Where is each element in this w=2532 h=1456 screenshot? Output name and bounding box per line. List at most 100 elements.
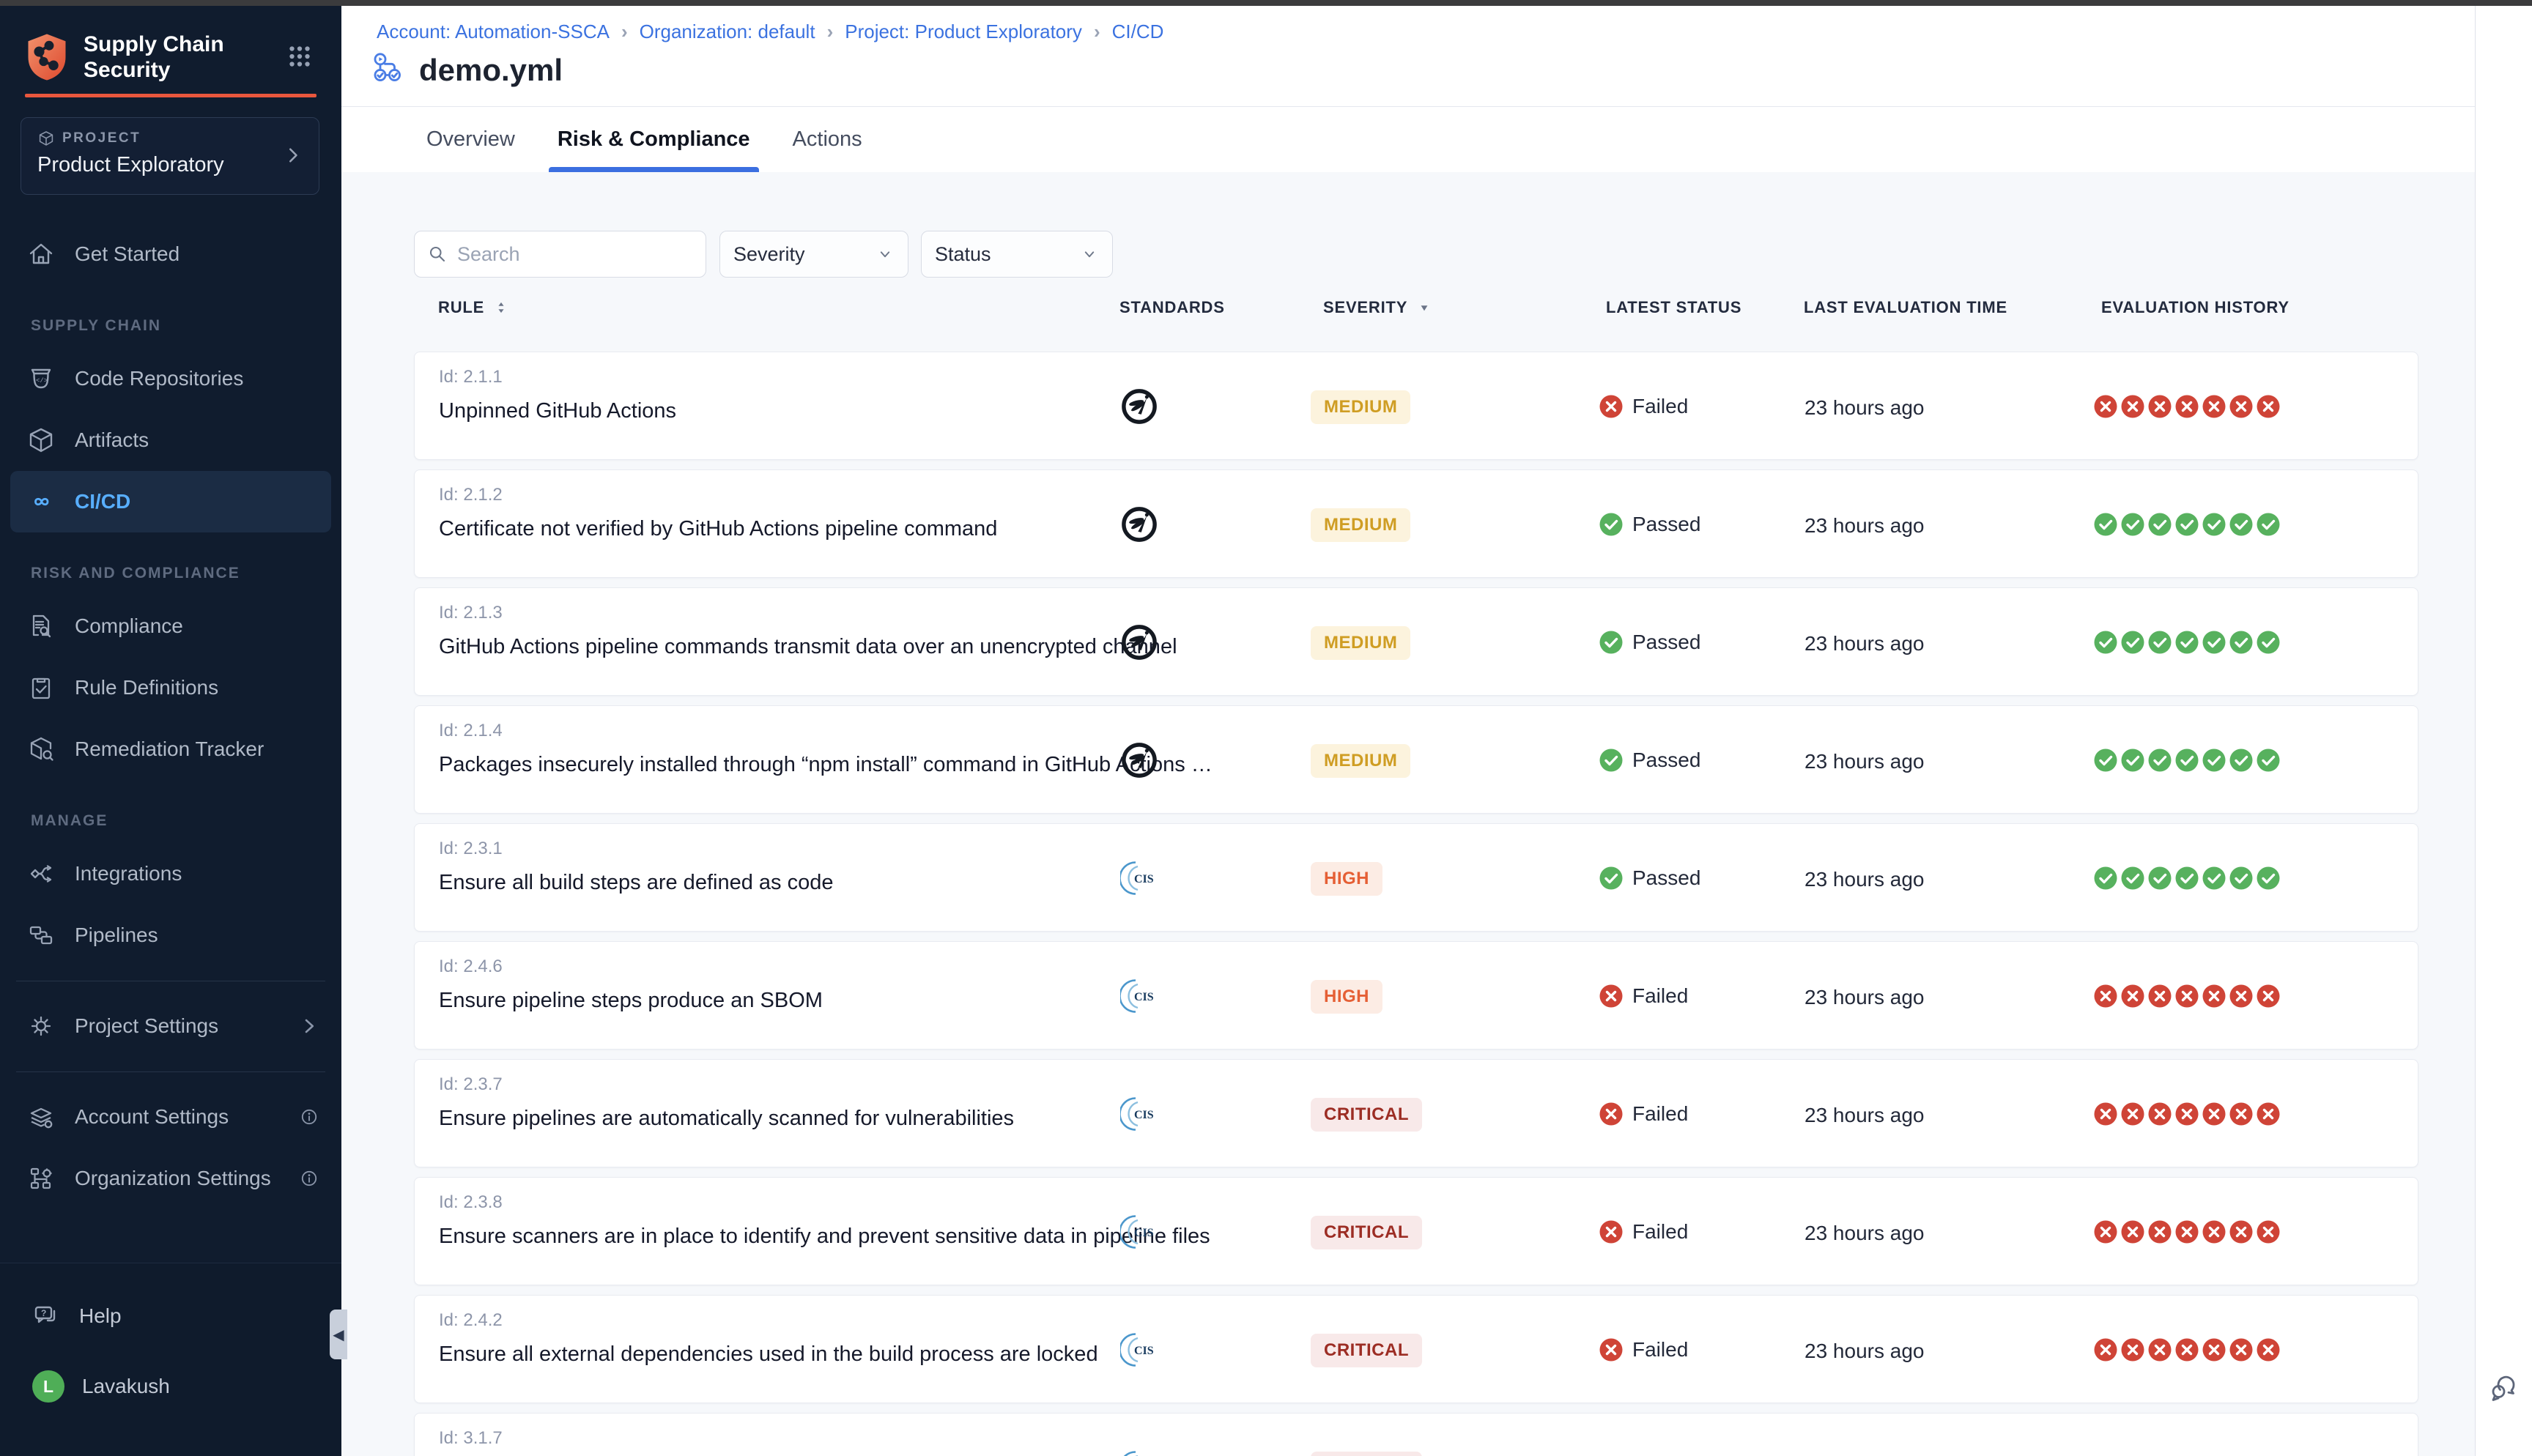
- chevron-down-icon: [1080, 245, 1099, 264]
- support-chat-icon[interactable]: [2487, 1371, 2521, 1405]
- org-gear-icon: [26, 1164, 56, 1193]
- sidebar-item-code-repositories[interactable]: </>Code Repositories: [0, 348, 341, 409]
- status-label: Passed: [1632, 513, 1700, 536]
- evaluation-failed-icon: [2229, 1219, 2254, 1244]
- help-button[interactable]: ? Help: [0, 1285, 341, 1347]
- latest-status: Failed: [1599, 1102, 1688, 1126]
- rule-row[interactable]: Id: 2.3.7Ensure pipelines are automatica…: [414, 1059, 2418, 1167]
- rule-id: Id: 2.1.2: [439, 485, 503, 505]
- severity-filter-dropdown[interactable]: Severity: [719, 231, 908, 278]
- svg-text:CIS: CIS: [1134, 1345, 1154, 1357]
- rule-id: Id: 2.1.4: [439, 721, 503, 741]
- evaluation-history: [2093, 1219, 2281, 1244]
- svg-text:</>: </>: [36, 377, 48, 385]
- tab-risk-compliance[interactable]: Risk & Compliance: [553, 107, 755, 172]
- sort-both-icon[interactable]: [493, 300, 509, 316]
- rule-row[interactable]: Id: 2.3.8Ensure scanners are in place to…: [414, 1177, 2418, 1285]
- rule-row[interactable]: Id: 2.4.2Ensure all external dependencie…: [414, 1295, 2418, 1403]
- info-icon: [297, 1105, 321, 1129]
- breadcrumb-link[interactable]: Organization: default: [640, 21, 815, 43]
- evaluation-failed-icon: [2174, 394, 2199, 419]
- help-label: Help: [79, 1304, 122, 1328]
- evaluation-failed-icon: [2147, 984, 2172, 1009]
- column-header-evaluation-history: EVALUATION HISTORY: [2101, 298, 2289, 317]
- app-switcher-grid-icon[interactable]: [284, 41, 315, 72]
- tab-overview[interactable]: Overview: [422, 107, 519, 172]
- breadcrumb-link[interactable]: CI/CD: [1112, 21, 1164, 43]
- severity-badge: MEDIUM: [1311, 626, 1410, 660]
- sidebar-item-get-started[interactable]: Get Started: [0, 223, 341, 285]
- sidebar-item-organization-settings[interactable]: Organization Settings: [0, 1148, 341, 1209]
- sidebar-item-remediation-tracker[interactable]: Remediation Tracker: [0, 718, 341, 780]
- project-label: PROJECT: [62, 130, 141, 146]
- sidebar-item-ci-cd[interactable]: CI/CD: [10, 471, 331, 532]
- rule-row[interactable]: Id: 2.1.1Unpinned GitHub ActionsMEDIUMFa…: [414, 352, 2418, 460]
- breadcrumb-link[interactable]: Project: Product Exploratory: [845, 21, 1082, 43]
- sort-desc-icon[interactable]: [1416, 300, 1432, 316]
- sidebar-item-project-settings[interactable]: Project Settings: [0, 995, 341, 1057]
- evaluation-failed-icon: [2202, 1337, 2226, 1362]
- column-header-severity: SEVERITY: [1323, 298, 1432, 317]
- last-evaluation-time: 23 hours ago: [1804, 868, 1924, 891]
- last-evaluation-time: 23 hours ago: [1804, 632, 1924, 655]
- sidebar-item-integrations[interactable]: Integrations: [0, 843, 341, 905]
- severity-badge: MEDIUM: [1311, 390, 1410, 424]
- sidebar-section-label: RISK AND COMPLIANCE: [0, 532, 341, 595]
- rule-name: Ensure all build steps are defined as co…: [439, 871, 833, 895]
- sidebar-item-account-settings[interactable]: Account Settings: [0, 1086, 341, 1148]
- failed-icon: [1599, 1219, 1624, 1244]
- evaluation-history: [2093, 1102, 2281, 1126]
- failed-icon: [1599, 394, 1624, 419]
- breadcrumb-separator: ›: [827, 21, 834, 43]
- severity-badge: HIGH: [1311, 980, 1382, 1014]
- owasp-icon: [1120, 741, 1158, 779]
- status-filter-dropdown[interactable]: Status: [921, 231, 1113, 278]
- tab-actions[interactable]: Actions: [788, 107, 867, 172]
- package-wrench-icon: [26, 735, 56, 764]
- chevron-left-icon: ◀: [333, 1326, 344, 1344]
- rule-row[interactable]: Id: 3.1.7CISCRITICALFailed23 hours ago: [414, 1413, 2418, 1456]
- evaluation-passed-icon: [2174, 748, 2199, 773]
- package-icon: [26, 426, 56, 455]
- repo-icon: </>: [26, 364, 56, 393]
- user-menu[interactable]: L Lavakush: [0, 1356, 341, 1417]
- evaluation-failed-icon: [2093, 1102, 2118, 1126]
- latest-status: Passed: [1599, 512, 1700, 537]
- rule-row[interactable]: Id: 2.3.1Ensure all build steps are defi…: [414, 823, 2418, 932]
- sidebar-divider: [0, 1057, 341, 1086]
- evaluation-failed-icon: [2120, 1337, 2145, 1362]
- rule-row[interactable]: Id: 2.1.4Packages insecurely installed t…: [414, 705, 2418, 814]
- project-selector[interactable]: PROJECT Product Exploratory: [21, 117, 319, 195]
- evaluation-passed-icon: [2120, 512, 2145, 537]
- app-logo: Supply Chain Security: [25, 28, 318, 86]
- column-header-latest-status: LATEST STATUS: [1606, 298, 1741, 317]
- rule-row[interactable]: Id: 2.1.2Certificate not verified by Git…: [414, 469, 2418, 578]
- evaluation-history: [2093, 512, 2281, 537]
- rule-id: Id: 3.1.7: [439, 1428, 503, 1449]
- evaluation-failed-icon: [2093, 394, 2118, 419]
- rules-table-body: Id: 2.1.1Unpinned GitHub ActionsMEDIUMFa…: [414, 352, 2418, 1456]
- evaluation-passed-icon: [2229, 866, 2254, 891]
- evaluation-passed-icon: [2147, 748, 2172, 773]
- evaluation-passed-icon: [2256, 630, 2281, 655]
- severity-badge: HIGH: [1311, 862, 1382, 896]
- sidebar-item-pipelines[interactable]: Pipelines: [0, 905, 341, 966]
- help-chat-icon: ?: [32, 1301, 62, 1331]
- rule-name: GitHub Actions pipeline commands transmi…: [439, 635, 1177, 659]
- sidebar: Supply Chain Security PROJECT Product Ex…: [0, 6, 341, 1456]
- sidebar-item-rule-definitions[interactable]: Rule Definitions: [0, 657, 341, 718]
- evaluation-failed-icon: [2256, 394, 2281, 419]
- rule-row[interactable]: Id: 2.1.3GitHub Actions pipeline command…: [414, 587, 2418, 696]
- rule-row[interactable]: Id: 2.4.6Ensure pipeline steps produce a…: [414, 941, 2418, 1050]
- status-label: Failed: [1632, 395, 1688, 418]
- svg-text:CIS: CIS: [1134, 1109, 1154, 1121]
- sidebar-collapse-handle[interactable]: ◀: [330, 1310, 347, 1359]
- search-input[interactable]: [457, 243, 677, 266]
- evaluation-passed-icon: [2174, 630, 2199, 655]
- home-icon: [26, 239, 56, 269]
- sidebar-item-compliance[interactable]: Compliance: [0, 595, 341, 657]
- content-area: Severity Status RULESTANDARDSSEVERITYLAT…: [341, 172, 2475, 1456]
- breadcrumb-link[interactable]: Account: Automation-SSCA: [377, 21, 610, 43]
- sidebar-item-artifacts[interactable]: Artifacts: [0, 409, 341, 471]
- page-title: demo.yml: [419, 53, 563, 88]
